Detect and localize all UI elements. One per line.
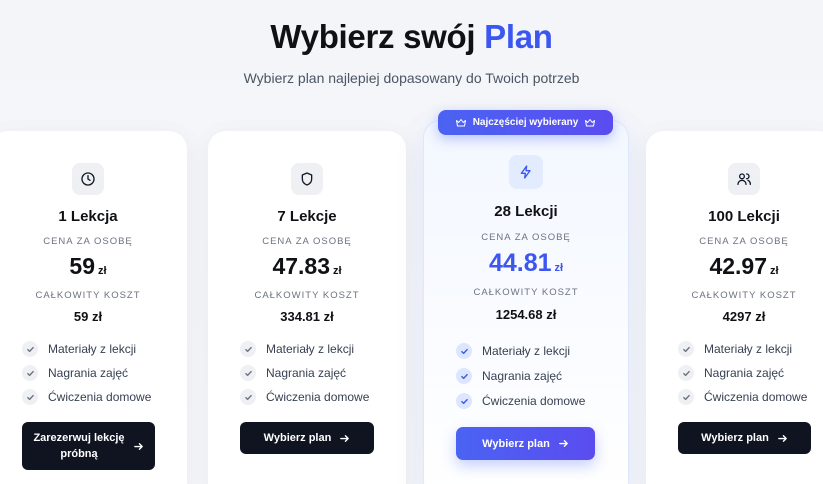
title-accent: Plan	[484, 18, 553, 55]
check-icon	[678, 365, 694, 381]
feature-label: Ćwiczenia domowe	[704, 390, 808, 404]
feature-item: Materiały z lekcji	[456, 343, 570, 359]
total-cost-label: CAŁKOWITY KOSZT	[254, 290, 360, 301]
feature-item: Materiały z lekcji	[22, 341, 136, 357]
plan-price: 59 zł	[69, 253, 106, 280]
price-currency: zł	[98, 265, 107, 277]
feature-label: Materiały z lekcji	[704, 342, 793, 356]
button-label: Wybierz plan	[263, 432, 332, 444]
book-trial-button[interactable]: Zarezerwuj lekcję próbną	[22, 422, 155, 470]
choose-plan-button[interactable]: Wybierz plan	[456, 427, 595, 460]
most-popular-badge: Najczęściej wybierany	[438, 110, 613, 135]
plan-total: 334.81 zł	[280, 309, 334, 324]
page-title: Wybierz swój Plan	[0, 18, 823, 56]
feature-item: Ćwiczenia domowe	[678, 389, 807, 405]
total-cost-label: CAŁKOWITY KOSZT	[35, 290, 141, 301]
plan-price: 44.81 zł	[489, 249, 563, 278]
feature-item: Ćwiczenia domowe	[456, 393, 585, 409]
price-per-person-label: CENA ZA OSOBĘ	[699, 236, 789, 247]
plan-total: 59 zł	[73, 309, 103, 324]
check-icon	[456, 393, 472, 409]
users-icon	[728, 163, 760, 195]
feature-label: Materiały z lekcji	[266, 342, 355, 356]
feature-label: Nagrania zajęć	[482, 369, 563, 383]
feature-label: Nagrania zajęć	[704, 366, 785, 380]
check-icon	[22, 365, 38, 381]
button-label: Wybierz plan	[482, 437, 550, 450]
feature-label: Materiały z lekcji	[48, 342, 137, 356]
check-icon	[240, 389, 256, 405]
check-icon	[22, 341, 38, 357]
crown-icon	[455, 118, 466, 126]
check-icon	[22, 389, 38, 405]
plan-price: 42.97 zł	[709, 253, 778, 280]
plan-total: 1254.68 zł	[495, 307, 557, 322]
button-label: Wybierz plan	[701, 432, 769, 444]
total-cost-label: CAŁKOWITY KOSZT	[473, 287, 579, 298]
plan-name: 100 Lekcji	[708, 208, 780, 225]
check-icon	[456, 368, 472, 384]
price-currency: zł	[554, 262, 564, 274]
arrow-right-icon	[558, 440, 568, 447]
clock-icon	[72, 163, 104, 195]
check-icon	[240, 365, 256, 381]
plan-price: 47.83 zł	[272, 253, 341, 280]
choose-plan-button[interactable]: Wybierz plan	[678, 422, 811, 454]
total-cost-label: CAŁKOWITY KOSZT	[691, 290, 797, 301]
price-per-person-label: CENA ZA OSOBĘ	[262, 236, 352, 247]
button-label: Zarezerwuj lekcję próbną	[33, 430, 124, 462]
price-per-person-label: CENA ZA OSOBĘ	[43, 236, 133, 247]
title-main: Wybierz swój	[270, 18, 476, 55]
feature-item: Materiały z lekcji	[240, 341, 354, 357]
check-icon	[678, 389, 694, 405]
arrow-right-icon	[777, 434, 787, 442]
check-icon	[456, 343, 472, 359]
page-subtitle: Wybierz plan najlepiej dopasowany do Two…	[243, 70, 580, 86]
price-amount: 44.81	[488, 249, 552, 277]
choose-plan-button[interactable]: Wybierz plan	[240, 422, 374, 454]
check-icon	[240, 341, 256, 357]
feature-item: Nagrania zajęć	[22, 365, 128, 381]
feature-item: Ćwiczenia domowe	[22, 389, 151, 405]
feature-item: Nagrania zajęć	[678, 365, 784, 381]
feature-item: Materiały z lekcji	[678, 341, 792, 357]
price-amount: 59	[69, 253, 96, 279]
feature-label: Ćwiczenia domowe	[482, 394, 586, 408]
feature-label: Ćwiczenia domowe	[266, 390, 370, 404]
price-amount: 47.83	[272, 253, 330, 279]
feature-item: Nagrania zajęć	[240, 365, 346, 381]
arrow-right-icon	[340, 434, 350, 442]
button-label-line1: Zarezerwuj lekcję	[33, 432, 125, 444]
price-per-person-label: CENA ZA OSOBĘ	[481, 232, 571, 243]
feature-label: Nagrania zajęć	[48, 366, 129, 380]
price-amount: 42.97	[709, 253, 767, 279]
arrow-right-icon	[133, 442, 143, 450]
price-currency: zł	[333, 265, 342, 277]
button-label-line2: próbną	[60, 448, 98, 460]
price-currency: zł	[770, 265, 779, 277]
lightning-icon	[509, 155, 543, 189]
feature-item: Nagrania zajęć	[456, 368, 562, 384]
plan-name: 28 Lekcji	[494, 203, 558, 220]
plan-name: 1 Lekcja	[58, 208, 118, 225]
plan-name: 7 Lekcje	[277, 208, 337, 225]
check-icon	[678, 341, 694, 357]
feature-label: Nagrania zajęć	[266, 366, 347, 380]
feature-label: Ćwiczenia domowe	[48, 390, 152, 404]
badge-label: Najczęściej wybierany	[472, 117, 579, 128]
shield-icon	[291, 163, 323, 195]
feature-item: Ćwiczenia domowe	[240, 389, 369, 405]
plan-total: 4297 zł	[722, 309, 766, 324]
crown-icon	[585, 118, 596, 126]
feature-label: Materiały z lekcji	[482, 344, 571, 358]
